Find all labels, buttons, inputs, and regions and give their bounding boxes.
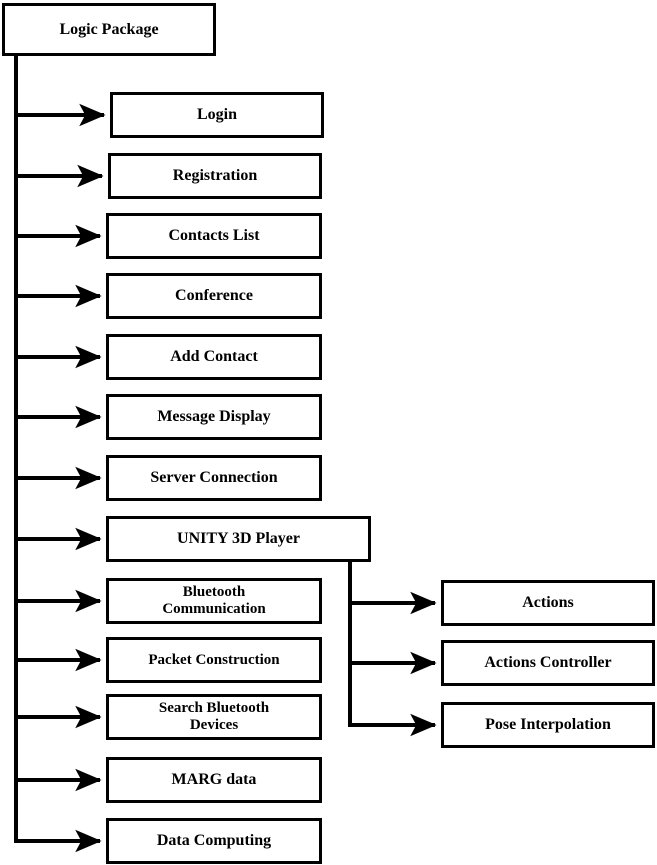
node-search-bluetooth-devices[interactable]: Search Bluetooth Devices: [106, 694, 322, 740]
node-actions-controller[interactable]: Actions Controller: [441, 640, 655, 686]
node-registration[interactable]: Registration: [108, 153, 322, 199]
node-data-computing[interactable]: Data Computing: [106, 818, 322, 864]
node-label: Add Contact: [170, 348, 258, 366]
node-label: Contacts List: [168, 227, 260, 245]
node-label: MARG data: [171, 771, 257, 789]
node-label: UNITY 3D Player: [177, 530, 300, 548]
node-packet-construction[interactable]: Packet Construction: [106, 637, 322, 683]
node-label: Data Computing: [156, 832, 272, 850]
node-label: Registration: [172, 167, 258, 185]
node-label: Search Bluetooth Devices: [158, 700, 270, 733]
logic-package-diagram: Logic Package Login Registration Contact…: [0, 0, 657, 865]
node-conference[interactable]: Conference: [106, 273, 322, 319]
node-login[interactable]: Login: [110, 92, 324, 138]
node-label: Actions: [522, 594, 574, 612]
node-label: Login: [196, 106, 237, 124]
node-add-contact[interactable]: Add Contact: [106, 334, 322, 380]
node-actions[interactable]: Actions: [441, 580, 655, 626]
node-bluetooth-communication[interactable]: Bluetooth Communication: [106, 578, 322, 624]
node-label: Message Display: [157, 408, 271, 426]
node-label: Conference: [175, 287, 253, 305]
node-label: Logic Package: [59, 20, 159, 38]
node-logic-package[interactable]: Logic Package: [2, 3, 216, 56]
node-label: Actions Controller: [484, 654, 612, 672]
node-label: Server Connection: [150, 469, 278, 487]
node-label: Packet Construction: [148, 651, 280, 668]
node-marg-data[interactable]: MARG data: [106, 757, 322, 803]
node-unity-3d-player[interactable]: UNITY 3D Player: [106, 516, 371, 562]
node-server-connection[interactable]: Server Connection: [106, 455, 322, 501]
node-label: Bluetooth Communication: [162, 584, 266, 617]
node-label: Pose Interpolation: [485, 716, 611, 734]
node-contacts-list[interactable]: Contacts List: [106, 213, 322, 259]
node-pose-interpolation[interactable]: Pose Interpolation: [441, 702, 655, 748]
node-message-display[interactable]: Message Display: [106, 394, 322, 440]
